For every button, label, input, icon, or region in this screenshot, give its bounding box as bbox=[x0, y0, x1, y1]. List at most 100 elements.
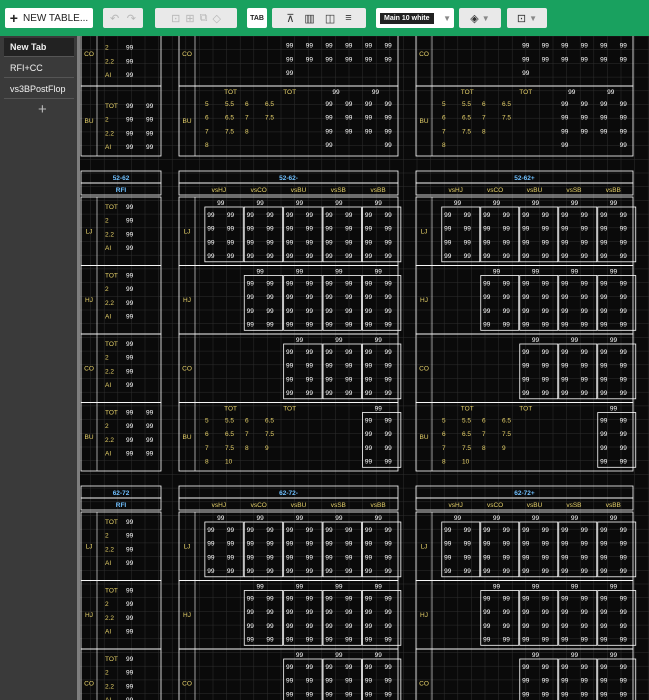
spreadsheet[interactable]: COTOT992992.299AI99BUTOT9999299992.29999… bbox=[77, 36, 649, 700]
cell-value: 99 bbox=[286, 281, 294, 288]
tab-label: New Tab bbox=[10, 42, 47, 52]
group-header-value: 99 bbox=[493, 269, 501, 276]
sizing-value: 9 bbox=[502, 445, 506, 452]
row-label: 2.2 bbox=[105, 231, 114, 238]
tab-vs3b-postflop[interactable]: vs3BPostFlop bbox=[4, 80, 74, 99]
cell-value: 99 bbox=[247, 554, 255, 561]
cell-value: 99 bbox=[365, 239, 373, 246]
cell-value: 99 bbox=[620, 281, 628, 288]
split-icon[interactable]: ⊞ bbox=[185, 12, 194, 25]
cell-value: 99 bbox=[620, 308, 628, 315]
cell-value: 99 bbox=[581, 349, 589, 356]
cell-value: 99 bbox=[126, 231, 134, 238]
cell-value: 99 bbox=[600, 128, 608, 135]
cell-value: 99 bbox=[306, 568, 314, 575]
cell-value: 99 bbox=[385, 568, 393, 575]
cell-value: 99 bbox=[365, 568, 373, 575]
cell-value: 99 bbox=[542, 623, 550, 630]
cell-value: 99 bbox=[126, 58, 134, 65]
cell-value: 99 bbox=[365, 554, 373, 561]
tab-label: RFI+CC bbox=[10, 63, 43, 73]
cell-value: 99 bbox=[325, 101, 333, 108]
copy-format-icon[interactable]: ⧉ bbox=[200, 12, 208, 25]
sizing-value: 7 bbox=[482, 115, 486, 122]
cell-value: 99 bbox=[444, 212, 452, 219]
cell-value: 99 bbox=[620, 431, 628, 438]
cell-value: 99 bbox=[306, 322, 314, 329]
cell-value: 99 bbox=[581, 541, 589, 548]
row-label: 2.2 bbox=[105, 130, 114, 137]
cell-value: 99 bbox=[542, 226, 550, 233]
cell-value: 99 bbox=[522, 390, 530, 397]
sizing-value: 6.5 bbox=[225, 115, 234, 122]
font-size-select[interactable]: Main 10 white ▼ bbox=[376, 8, 454, 28]
cell-value: 99 bbox=[126, 286, 134, 293]
cell-value: 99 bbox=[444, 239, 452, 246]
position-label: HJ bbox=[85, 297, 93, 304]
row-label: TOT bbox=[105, 36, 118, 38]
cell-value: 99 bbox=[247, 226, 255, 233]
cell-value: 99 bbox=[385, 212, 393, 219]
tab-rfi-cc[interactable]: RFI+CC bbox=[4, 59, 74, 78]
cell-value: 99 bbox=[345, 390, 353, 397]
group-header-value: 99 bbox=[610, 652, 618, 659]
cell-value: 99 bbox=[286, 226, 294, 233]
sizing-value: 7.5 bbox=[265, 115, 274, 122]
cell-value: 99 bbox=[385, 596, 393, 603]
fill-color-button[interactable]: ◈ ▼ bbox=[459, 8, 501, 28]
cell-value: 99 bbox=[620, 56, 628, 63]
cell-value: 99 bbox=[581, 322, 589, 329]
cell-value: 99 bbox=[600, 115, 608, 122]
cell-value: 99 bbox=[126, 588, 134, 595]
cell-value: 99 bbox=[306, 294, 314, 301]
cell-value: 99 bbox=[146, 410, 154, 417]
merge-icon[interactable]: ⊡ bbox=[171, 12, 180, 25]
cell-value: 99 bbox=[581, 554, 589, 561]
row-label: TOT bbox=[105, 410, 118, 417]
new-table-button[interactable]: + NEW TABLE... bbox=[5, 8, 93, 28]
cell-value: 99 bbox=[306, 308, 314, 315]
cell-value: 99 bbox=[325, 142, 333, 149]
cell-value: 99 bbox=[345, 637, 353, 644]
cell-value: 99 bbox=[385, 623, 393, 630]
cell-value: 99 bbox=[345, 363, 353, 370]
tab-new-tab[interactable]: New Tab bbox=[4, 38, 74, 57]
vs-label: vsHJ bbox=[212, 187, 226, 194]
cell-value: 99 bbox=[620, 678, 628, 685]
cell-value: 99 bbox=[365, 431, 373, 438]
range-grid[interactable]: COTOT992992.299AI99BUTOT9999299992.29999… bbox=[77, 36, 649, 700]
cell-value: 99 bbox=[126, 519, 134, 526]
cell-value: 99 bbox=[600, 390, 608, 397]
tab-button[interactable]: TAB bbox=[247, 8, 267, 28]
sizing-value: 6 bbox=[205, 115, 209, 122]
columns-icon[interactable]: ▥ bbox=[304, 12, 314, 25]
cell-value: 99 bbox=[126, 601, 134, 608]
cell-value: 99 bbox=[365, 212, 373, 219]
border-button[interactable]: ⊡ ▼ bbox=[507, 8, 547, 28]
cell-value: 99 bbox=[365, 541, 373, 548]
add-tab-icon[interactable]: + bbox=[38, 101, 77, 118]
split-view-icon[interactable]: ◫ bbox=[325, 12, 335, 25]
cell-value: 99 bbox=[522, 322, 530, 329]
vs-label: vsBB bbox=[606, 187, 621, 194]
cell-value: 99 bbox=[561, 527, 569, 534]
cell-value: 99 bbox=[561, 212, 569, 219]
group-header-value: 99 bbox=[568, 89, 576, 96]
cell-value: 99 bbox=[227, 239, 235, 246]
freeze-icon[interactable]: ⊼ bbox=[286, 12, 294, 25]
cell-value: 99 bbox=[581, 664, 589, 671]
redo-icon[interactable]: ↷ bbox=[127, 12, 136, 25]
cell-value: 99 bbox=[325, 322, 333, 329]
cell-value: 99 bbox=[266, 541, 274, 548]
cell-value: 99 bbox=[464, 568, 472, 575]
sort-icon[interactable]: ≡ bbox=[345, 12, 351, 24]
cell-value: 99 bbox=[286, 322, 294, 329]
cell-value: 99 bbox=[286, 664, 294, 671]
sizing-value: 7 bbox=[442, 128, 446, 135]
undo-icon[interactable]: ↶ bbox=[110, 12, 119, 25]
position-label: HJ bbox=[420, 612, 428, 619]
cell-value: 99 bbox=[325, 115, 333, 122]
clear-icon[interactable]: ◇ bbox=[212, 12, 220, 25]
cell-value: 99 bbox=[286, 637, 294, 644]
group-header-value: 99 bbox=[296, 200, 304, 207]
